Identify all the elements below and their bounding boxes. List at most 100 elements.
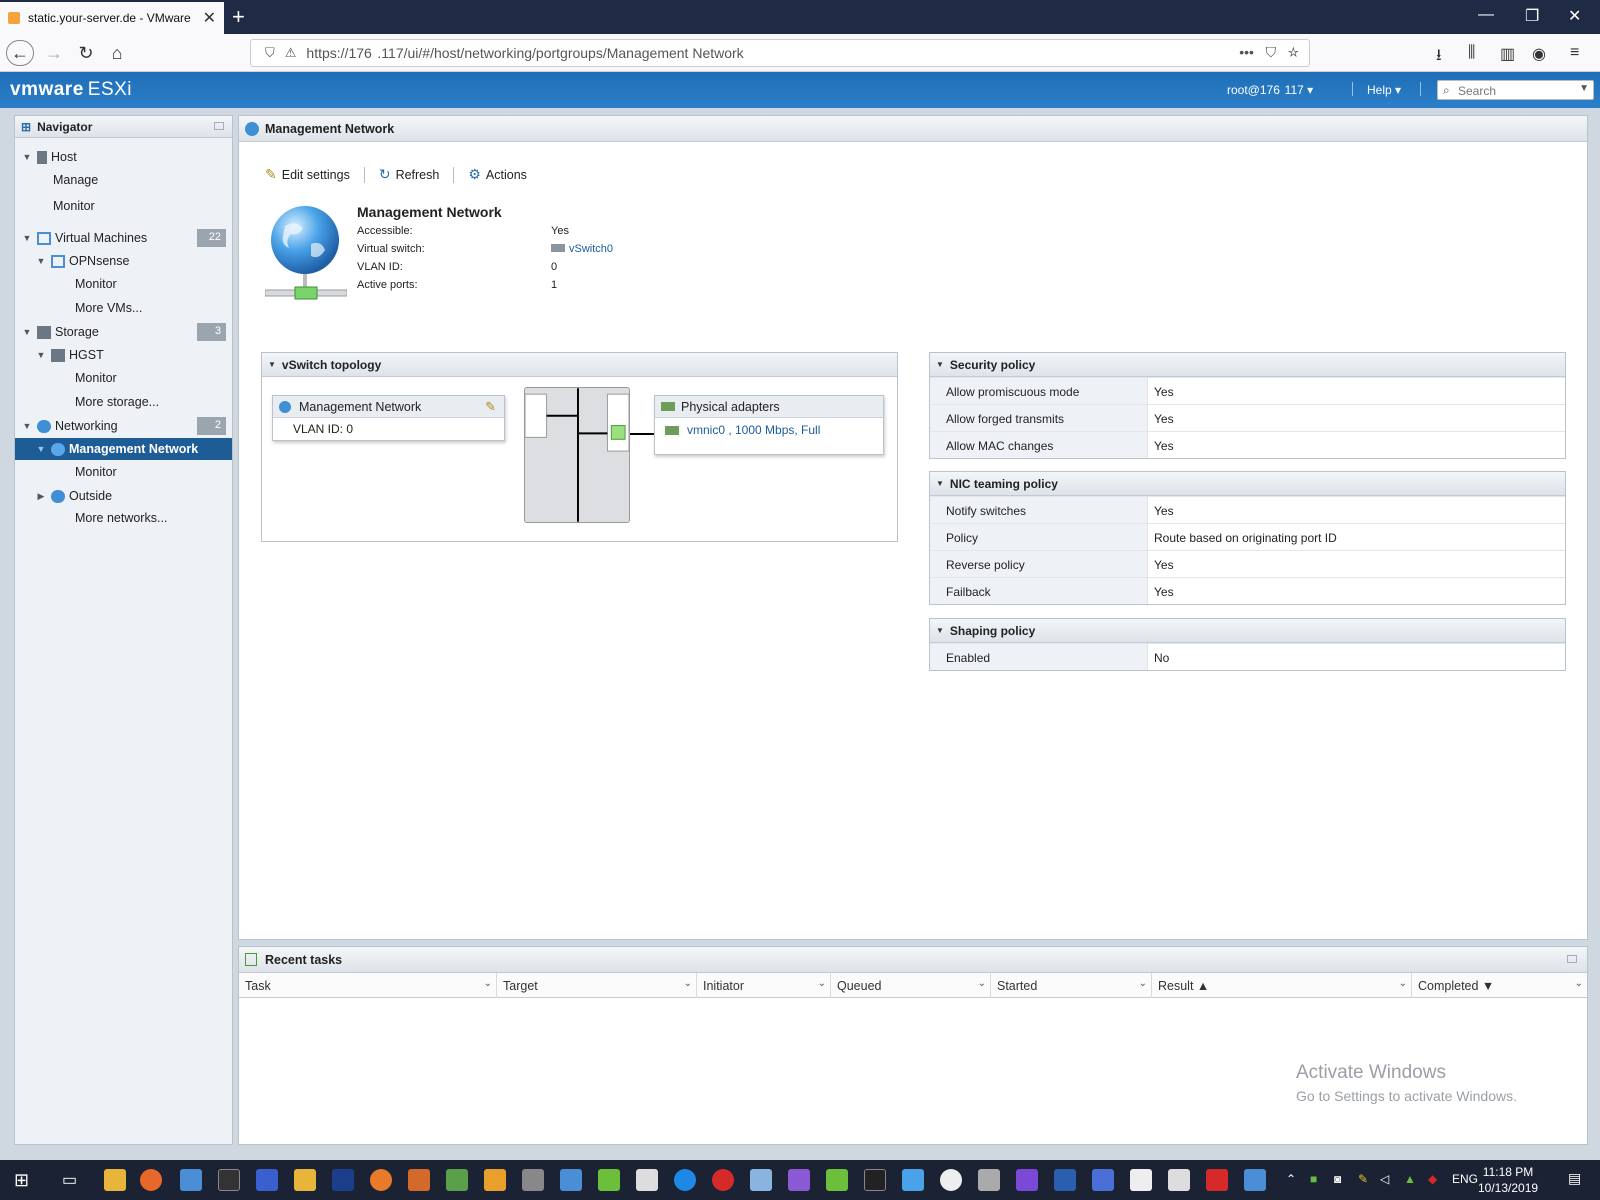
nav-mgmt-monitor[interactable]: Monitor (15, 461, 232, 483)
tray-icon[interactable]: ▲ (1404, 1172, 1416, 1186)
visual-studio-icon[interactable] (1016, 1169, 1038, 1191)
tray-chevron-icon[interactable]: ⌃ (1286, 1172, 1296, 1186)
restore-icon[interactable]: ❐ (1525, 6, 1539, 26)
folder-icon[interactable] (294, 1169, 316, 1191)
collapse-icon[interactable]: ▼ (936, 360, 944, 369)
app-icon[interactable] (902, 1169, 924, 1191)
portgroup-card[interactable]: Management Network ✎ VLAN ID: 0 (272, 395, 505, 441)
app-icon[interactable] (256, 1169, 278, 1191)
expand-icon[interactable]: ▶ (35, 491, 47, 502)
task-view-icon[interactable]: ▭ (62, 1170, 77, 1190)
nav-opnsense-monitor[interactable]: Monitor (15, 273, 232, 295)
chevron-down-icon[interactable]: ▼ (1579, 83, 1589, 94)
terminal-icon[interactable] (218, 1169, 240, 1191)
sidebar-icon[interactable]: ▥ (1500, 44, 1515, 64)
app-icon[interactable] (978, 1169, 1000, 1191)
minimize-panel-icon[interactable] (214, 122, 224, 130)
page-actions-icons[interactable]: ••• ⛉ ☆ (1239, 44, 1299, 61)
shaping-policy-header[interactable]: ▼ Shaping policy (930, 619, 1565, 643)
chevron-down-icon[interactable]: ⌄ (484, 978, 492, 989)
app-icon[interactable] (560, 1169, 582, 1191)
nav-vm-opnsense[interactable]: ▼ OPNsense (15, 250, 232, 272)
nav-more-networks[interactable]: More networks... (15, 507, 232, 529)
home-icon[interactable]: ⌂ (103, 40, 131, 66)
photoshop-icon[interactable] (332, 1169, 354, 1191)
column-completed[interactable]: Completed ▼ ⌄ (1412, 973, 1587, 998)
edit-pencil-icon[interactable]: ✎ (485, 399, 496, 415)
app-icon[interactable] (446, 1169, 468, 1191)
close-tab-icon[interactable]: ✕ (203, 8, 216, 28)
app-icon[interactable] (1244, 1169, 1266, 1191)
app-icon[interactable] (598, 1169, 620, 1191)
account-icon[interactable]: ◉ (1532, 44, 1546, 64)
chevron-down-icon[interactable]: ⌄ (818, 978, 826, 989)
app-icon[interactable] (1054, 1169, 1076, 1191)
collapse-icon[interactable]: ▼ (35, 256, 47, 266)
nav-hgst-monitor[interactable]: Monitor (15, 367, 232, 389)
collapse-icon[interactable]: ▼ (936, 479, 944, 488)
nav-outside[interactable]: ▶ Outside (15, 485, 232, 507)
minimize-icon[interactable]: — (1478, 6, 1494, 24)
system-clock[interactable]: 11:18 PM 10/13/2019 (1478, 1164, 1538, 1196)
topology-header[interactable]: ▼ vSwitch topology (262, 353, 897, 377)
chevron-down-icon[interactable]: ⌄ (1399, 978, 1407, 989)
nav-host[interactable]: ▼ Host (15, 146, 232, 168)
firefox-icon[interactable] (140, 1169, 162, 1191)
collapse-icon[interactable]: ▼ (268, 360, 276, 369)
pdf-icon[interactable] (1092, 1169, 1114, 1191)
nav-storage[interactable]: ▼ Storage 3 (15, 321, 232, 343)
close-window-icon[interactable]: ✕ (1568, 6, 1581, 26)
blender-icon[interactable] (370, 1169, 392, 1191)
forward-icon[interactable]: → (40, 40, 68, 66)
column-result[interactable]: Result ▲ ⌄ (1152, 973, 1412, 998)
tray-icon[interactable]: ◙ (1334, 1172, 1341, 1186)
nav-more-vms[interactable]: More VMs... (15, 297, 232, 319)
app-icon[interactable] (864, 1169, 886, 1191)
collapse-icon[interactable]: ▼ (21, 421, 33, 431)
tools-icon[interactable] (522, 1169, 544, 1191)
tray-icon[interactable]: ✎ (1358, 1172, 1368, 1186)
windows-start-icon[interactable]: ⊞ (14, 1170, 29, 1191)
app-icon[interactable] (408, 1169, 430, 1191)
tray-icon[interactable]: ■ (1310, 1172, 1317, 1186)
user-menu[interactable]: root@176 117 ▾ (1227, 83, 1313, 97)
column-target[interactable]: Target ⌄ (497, 973, 697, 998)
security-policy-header[interactable]: ▼ Security policy (930, 353, 1565, 377)
chevron-down-icon[interactable]: ⌄ (978, 978, 986, 989)
collapse-icon[interactable]: ▼ (21, 233, 33, 243)
app-icon[interactable] (826, 1169, 848, 1191)
chevron-down-icon[interactable]: ⌄ (1139, 978, 1147, 989)
app-icon[interactable] (940, 1169, 962, 1191)
nav-management-network[interactable]: ▼ Management Network (15, 438, 232, 460)
new-tab-icon[interactable]: + (232, 4, 245, 30)
collapse-icon[interactable]: ▼ (21, 327, 33, 337)
opera-icon[interactable] (712, 1169, 734, 1191)
collapse-icon[interactable]: ▼ (936, 626, 944, 635)
language-indicator[interactable]: ENG (1452, 1172, 1478, 1186)
column-queued[interactable]: Queued ⌄ (831, 973, 991, 998)
notifications-icon[interactable]: ▤ (1568, 1170, 1581, 1187)
menu-icon[interactable]: ≡ (1570, 44, 1579, 62)
file-explorer-icon[interactable] (104, 1169, 126, 1191)
tray-icon[interactable]: ◆ (1428, 1172, 1437, 1186)
chevron-down-icon[interactable]: ⌄ (1575, 978, 1583, 989)
edit-settings-button[interactable]: ✎ Edit settings (265, 166, 350, 183)
visual-studio-icon[interactable] (788, 1169, 810, 1191)
column-task[interactable]: Task ⌄ (239, 973, 497, 998)
nic-teaming-header[interactable]: ▼ NIC teaming policy (930, 472, 1565, 496)
collapse-icon[interactable]: ▼ (35, 444, 47, 454)
nav-virtual-machines[interactable]: ▼ Virtual Machines 22 (15, 227, 232, 249)
nav-host-monitor[interactable]: Monitor (15, 195, 232, 217)
actions-button[interactable]: ⚙ Actions (468, 166, 527, 183)
app-icon[interactable] (180, 1169, 202, 1191)
app-icon[interactable] (750, 1169, 772, 1191)
speaker-icon[interactable]: ◁ (1380, 1172, 1389, 1186)
column-initiator[interactable]: Initiator ⌄ (697, 973, 831, 998)
back-icon[interactable]: ← (6, 40, 34, 66)
app-icon[interactable] (1206, 1169, 1228, 1191)
search-input[interactable]: ⌕ Search ▼ (1437, 80, 1594, 100)
chevron-down-icon[interactable]: ⌄ (684, 978, 692, 989)
app-icon[interactable] (636, 1169, 658, 1191)
browser-tab[interactable]: static.your-server.de - VMware ✕ (0, 2, 224, 34)
nav-more-storage[interactable]: More storage... (15, 391, 232, 413)
